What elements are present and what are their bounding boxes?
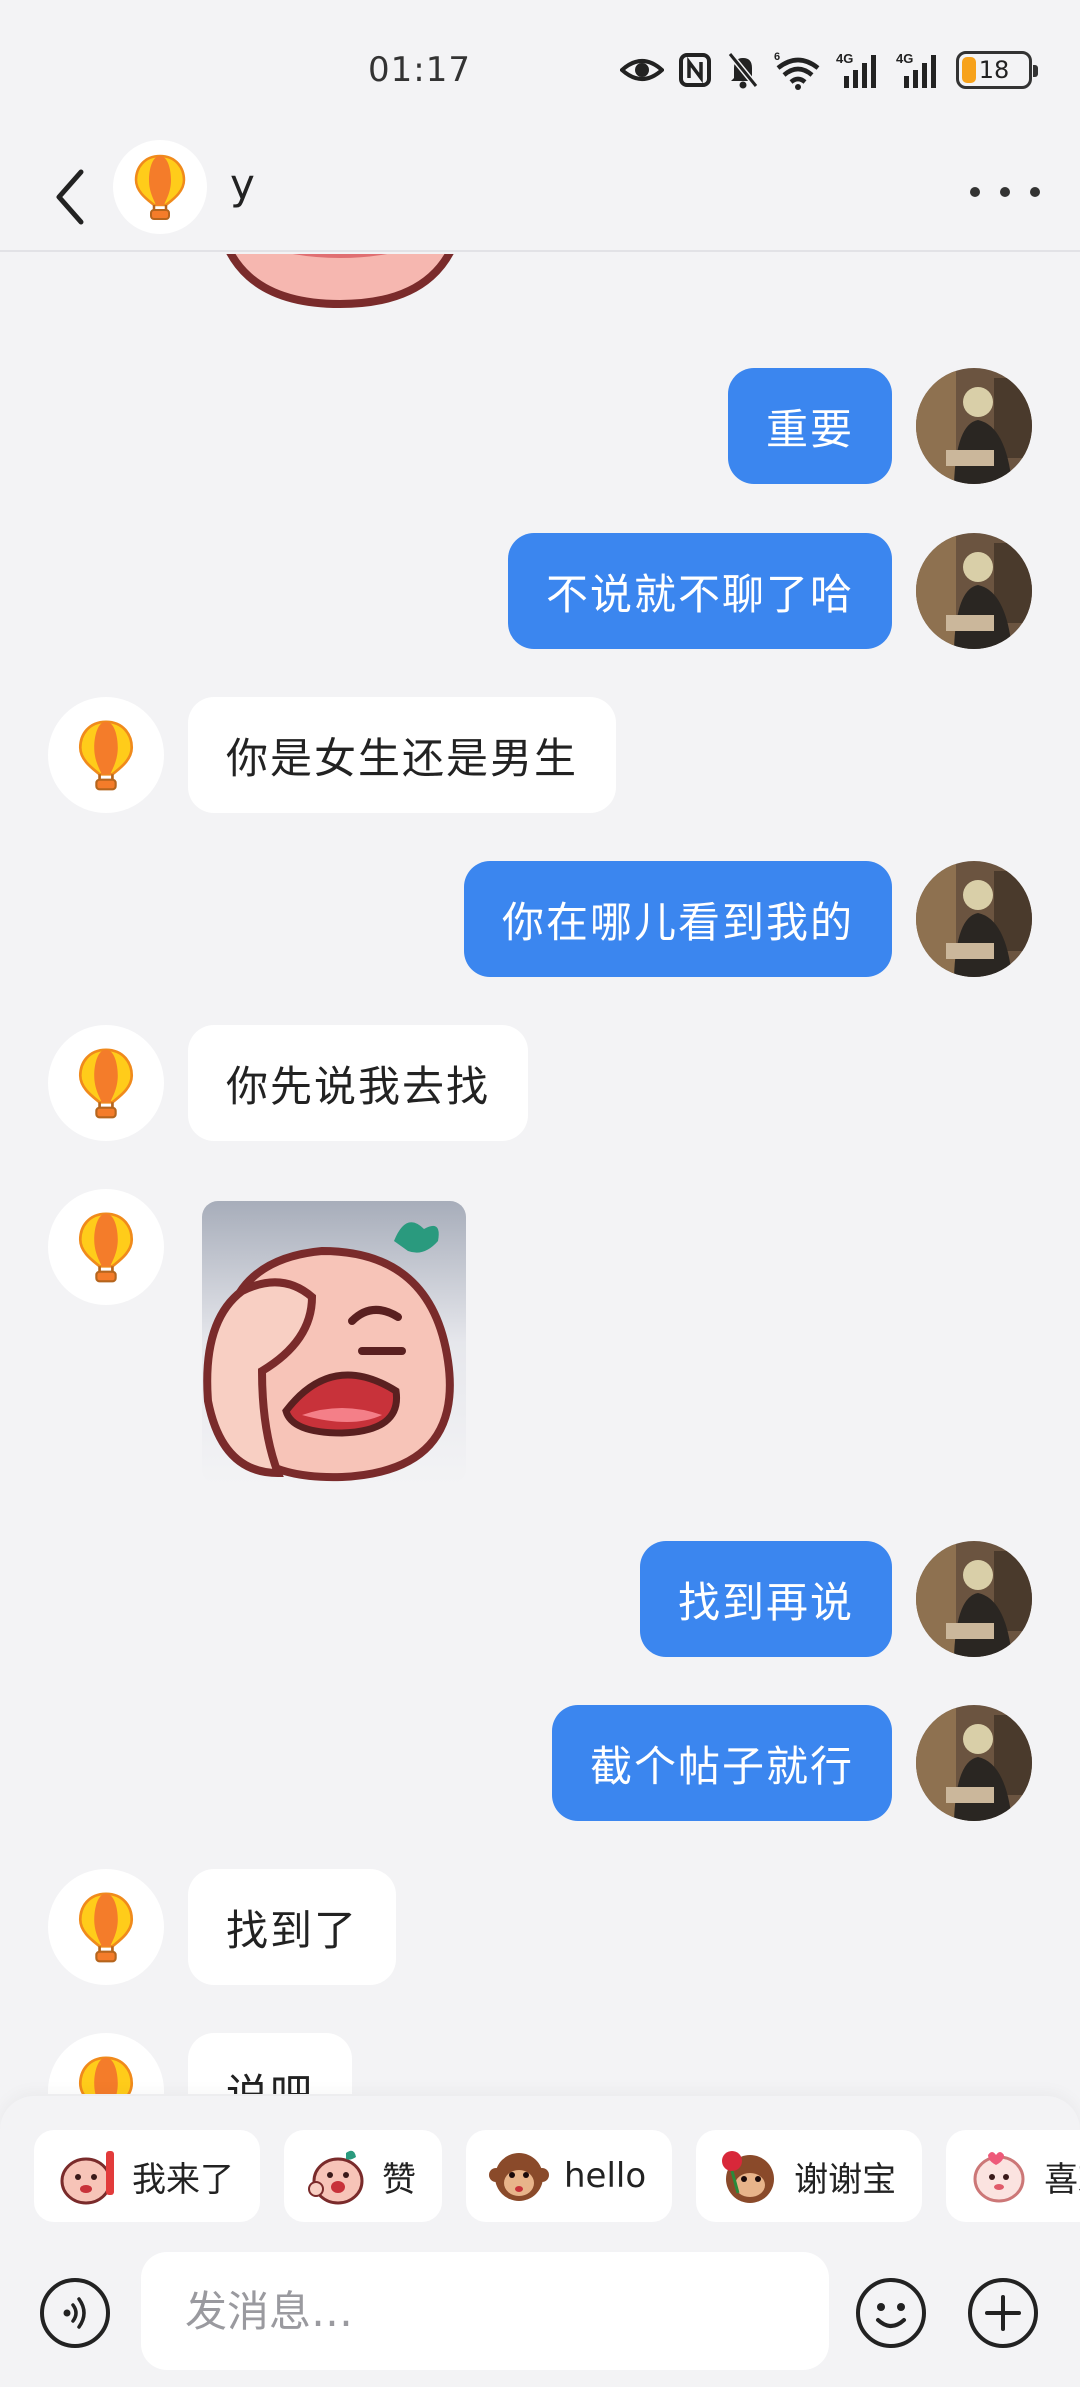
more-dot (1030, 187, 1040, 197)
contact-name[interactable]: y (230, 160, 255, 209)
nfc-icon (679, 53, 711, 87)
message-bubble[interactable]: 你在哪儿看到我的 (463, 861, 892, 977)
chat-screen: 01:17 6 4G 4G 18 y 重要 不说就不聊了哈 你是女生还是男生 你… (0, 0, 1080, 2387)
message-outgoing: 不说就不聊了哈 (507, 533, 1032, 649)
smiley-icon (876, 2303, 906, 2328)
hot-air-balloon-icon (78, 1048, 134, 1119)
message-incoming: 说吧 (48, 2033, 353, 2094)
message-bubble[interactable]: 找到再说 (639, 1541, 892, 1657)
quick-reply-label: 谢谢宝 (794, 2159, 897, 2200)
quick-reply-chip[interactable]: 我来了 (34, 2130, 260, 2222)
quick-reply-chip[interactable]: hello (466, 2130, 673, 2222)
composer-panel: 我来了 赞 hello 谢谢宝 喜欢 (0, 2096, 1080, 2387)
message-outgoing: 截个帖子就行 (551, 1705, 1032, 1821)
mute-bell-icon (727, 52, 759, 89)
message-bubble[interactable]: 说吧 (188, 2033, 353, 2094)
quick-reply-row[interactable]: 我来了 赞 hello 谢谢宝 喜欢 (34, 2130, 1080, 2222)
more-actions-button[interactable] (968, 2278, 1038, 2348)
plus-icon (985, 2295, 1021, 2331)
more-options-button[interactable] (970, 172, 1040, 212)
svg-text:6: 6 (774, 51, 780, 63)
quick-reply-label: 喜欢 (1044, 2159, 1080, 2200)
contact-avatar[interactable] (113, 140, 207, 234)
user-photo-avatar (916, 861, 1032, 977)
my-avatar[interactable] (916, 1705, 1032, 1821)
svg-text:4G: 4G (896, 51, 913, 66)
user-photo-avatar (916, 1705, 1032, 1821)
peach-sticker (226, 254, 454, 309)
signal-4g-icon: 4G (896, 51, 936, 88)
quick-reply-label: hello (564, 2156, 647, 2196)
more-horizontal-icon (970, 187, 980, 197)
voice-icon (63, 2297, 86, 2329)
sticker-message-partial[interactable] (210, 254, 470, 314)
message-outgoing: 重要 (727, 368, 1032, 484)
quick-reply-chip[interactable]: 赞 (284, 2130, 442, 2222)
my-avatar[interactable] (916, 1541, 1032, 1657)
more-dot (1000, 187, 1010, 197)
battery-icon: 18 (956, 51, 1038, 89)
message-bubble[interactable]: 截个帖子就行 (551, 1705, 892, 1821)
status-time: 01:17 (368, 50, 471, 90)
user-photo-avatar (916, 533, 1032, 649)
status-icons: 6 4G 4G 18 (620, 48, 1038, 92)
quick-reply-chip[interactable]: 喜欢 (946, 2130, 1080, 2222)
wave-sticker-icon (60, 2151, 114, 2205)
hot-air-balloon-icon (78, 1892, 134, 1963)
thumbs-sticker-icon (308, 2150, 364, 2205)
battery-percent: 18 (978, 56, 1010, 84)
hot-air-balloon-icon (78, 2056, 134, 2094)
monkey-sticker-icon (489, 2153, 549, 2201)
contact-avatar[interactable] (48, 1025, 164, 1141)
signal-4g-icon: 4G (836, 51, 876, 88)
contact-avatar[interactable] (48, 697, 164, 813)
svg-text:4G: 4G (836, 51, 853, 66)
my-avatar[interactable] (916, 533, 1032, 649)
my-avatar[interactable] (916, 368, 1032, 484)
message-incoming: 你先说我去找 (48, 1025, 529, 1141)
message-incoming: 你是女生还是男生 (48, 697, 617, 813)
message-input[interactable] (141, 2252, 829, 2370)
message-incoming: 找到了 (48, 1869, 397, 1985)
love-sticker-icon (973, 2152, 1025, 2203)
message-bubble[interactable]: 不说就不聊了哈 (507, 533, 892, 649)
contact-avatar[interactable] (48, 2033, 164, 2094)
sticker-image (202, 1201, 466, 1485)
message-bubble[interactable]: 你先说我去找 (188, 1025, 529, 1141)
message-bubble[interactable]: 你是女生还是男生 (188, 697, 617, 813)
emoji-button[interactable] (856, 2278, 926, 2348)
message-list[interactable]: 重要 不说就不聊了哈 你是女生还是男生 你在哪儿看到我的 你先说我去找 找到再说… (0, 254, 1080, 2094)
wifi-6-icon: 6 (774, 51, 820, 90)
message-incoming-sticker (48, 1189, 466, 1489)
contact-avatar[interactable] (48, 1869, 164, 1985)
chat-header: y (0, 140, 1080, 252)
message-bubble[interactable]: 重要 (727, 368, 892, 484)
user-photo-avatar (916, 1541, 1032, 1657)
my-avatar[interactable] (916, 861, 1032, 977)
quick-reply-label: 赞 (382, 2159, 416, 2200)
voice-input-button[interactable] (40, 2278, 110, 2348)
message-bubble[interactable]: 找到了 (188, 1869, 397, 1985)
back-button[interactable] (40, 162, 100, 232)
chevron-left-icon (56, 169, 84, 225)
eye-icon (620, 59, 664, 81)
battery-level (962, 57, 976, 83)
message-outgoing: 找到再说 (639, 1541, 1032, 1657)
user-photo-avatar (916, 368, 1032, 484)
hot-air-balloon-icon (78, 1212, 134, 1283)
message-outgoing: 你在哪儿看到我的 (463, 861, 1032, 977)
quick-reply-chip[interactable]: 谢谢宝 (696, 2130, 923, 2222)
rose-sticker-icon (722, 2151, 775, 2203)
input-row (0, 2252, 1080, 2372)
quick-reply-label: 我来了 (132, 2159, 234, 2200)
facepalm-peach-sticker[interactable] (202, 1201, 466, 1489)
hot-air-balloon-icon (78, 720, 134, 791)
hot-air-balloon-icon (134, 154, 186, 220)
status-bar: 01:17 6 4G 4G 18 (0, 0, 1080, 140)
contact-avatar[interactable] (48, 1189, 164, 1305)
